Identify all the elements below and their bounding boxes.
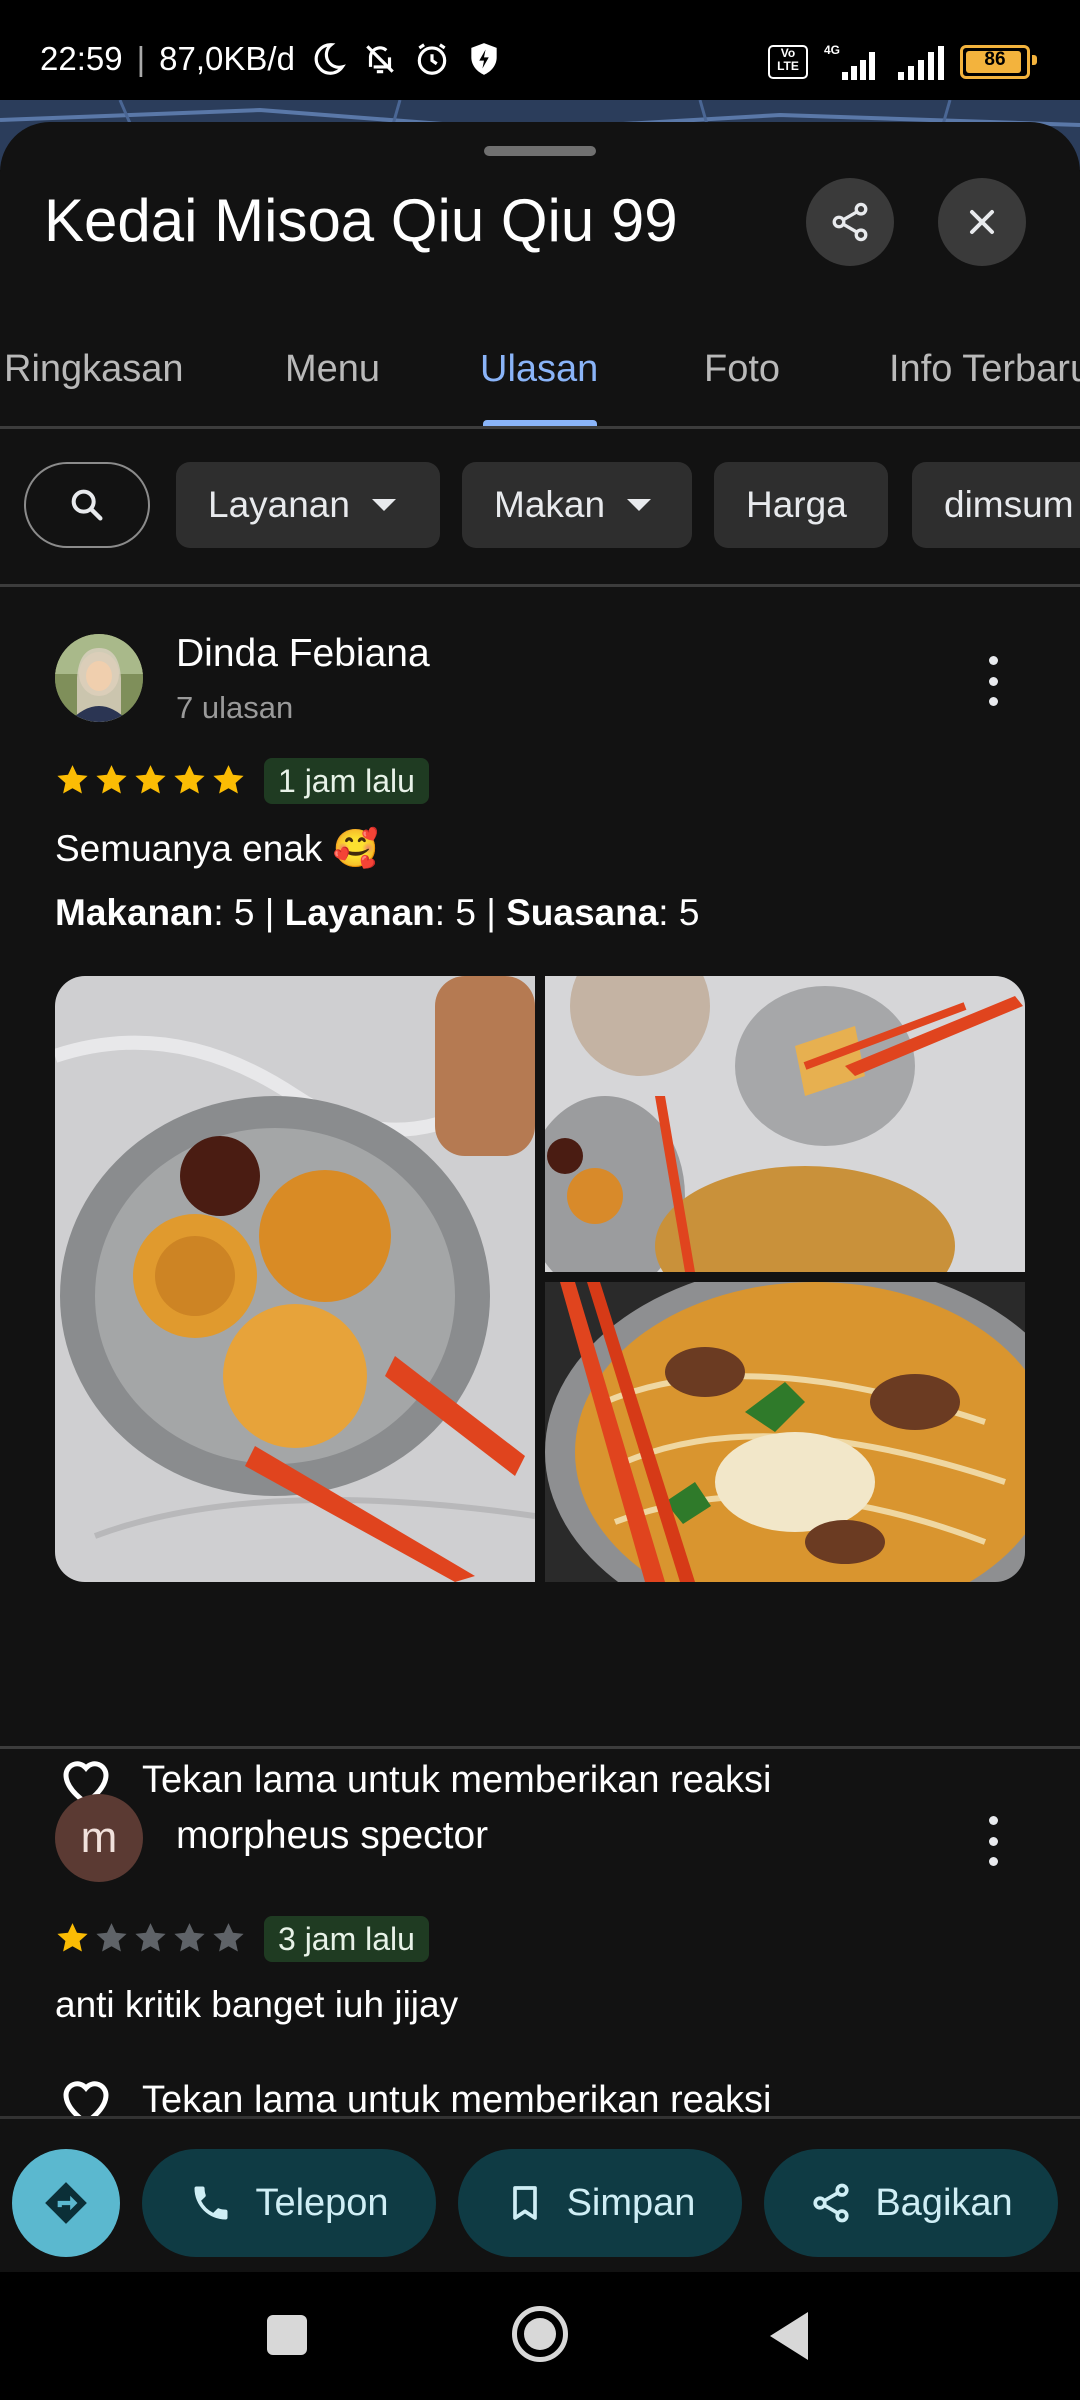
reviewer-name[interactable]: Dinda Febiana (176, 632, 430, 676)
filter-chip-harga[interactable]: Harga (714, 462, 888, 548)
battery-icon: 86 (960, 45, 1037, 79)
call-button[interactable]: Telepon (142, 2149, 436, 2257)
review-photo[interactable] (545, 1282, 1025, 1582)
call-label: Telepon (255, 2181, 389, 2224)
star-filled-icon (57, 765, 88, 794)
share-button[interactable] (806, 178, 894, 266)
reviewer-name[interactable]: morpheus spector (176, 1814, 488, 1858)
place-title: Kedai Misoa Qiu Qiu 99 (44, 187, 678, 254)
search-icon (71, 489, 103, 521)
share-icon (813, 2183, 849, 2223)
more-options-button[interactable] (983, 1816, 1003, 1866)
review-time-badge: 3 jam lalu (264, 1916, 429, 1962)
review-text: Semuanya enak 🥰 (55, 828, 379, 869)
back-button[interactable] (770, 2312, 808, 2360)
close-button[interactable] (938, 178, 1026, 266)
review-photo[interactable] (545, 976, 1025, 1272)
drag-handle[interactable] (484, 146, 596, 156)
more-options-button[interactable] (983, 656, 1003, 706)
filter-divider (0, 584, 1080, 587)
bell-off-icon (366, 45, 394, 74)
star-filled-icon (135, 765, 166, 794)
signal-4g-icon: 4G (824, 43, 875, 80)
star-filled-icon (213, 765, 244, 794)
chevron-down-icon (371, 499, 396, 511)
network-speed: 87,0KB/d (159, 40, 295, 77)
tab-ringkasan[interactable]: Ringkasan (4, 348, 184, 391)
place-sheet: Kedai Misoa Qiu Qiu 99 Ringkasan Menu Ul… (0, 122, 1080, 2272)
home-button[interactable] (512, 2306, 568, 2362)
filter-chips: Layanan Makan Harga dimsum (0, 462, 1080, 552)
star-rating (54, 762, 247, 799)
filter-chip-label: Makan (494, 484, 606, 525)
star-empty-icon (174, 1923, 205, 1952)
recents-button[interactable] (267, 2315, 307, 2355)
filter-chip-label: dimsum (944, 484, 1074, 525)
search-reviews-button[interactable] (24, 462, 150, 548)
battery-level: 86 (984, 49, 1006, 70)
star-empty-icon (135, 1923, 166, 1952)
directions-icon (45, 2182, 87, 2224)
tab-ulasan[interactable]: Ulasan (480, 348, 598, 391)
bookmark-icon (512, 2186, 537, 2220)
status-time: 22:59 (40, 40, 123, 77)
action-bar: Telepon Simpan Bagikan (0, 2116, 1080, 2275)
filter-chip-label: Harga (746, 484, 847, 525)
star-empty-icon (213, 1923, 244, 1952)
share-icon (832, 202, 868, 242)
filter-chip-dimsum[interactable]: dimsum (912, 462, 1080, 548)
volte-badge: Vo LTE (768, 45, 808, 79)
moon-icon (314, 43, 346, 75)
save-label: Simpan (566, 2181, 696, 2224)
close-icon (970, 210, 994, 234)
tab-info-terbaru[interactable]: Info Terbaru (889, 348, 1080, 391)
filter-chip-label: Layanan (208, 484, 350, 525)
tab-foto[interactable]: Foto (704, 348, 780, 391)
shield-bolt-icon (471, 43, 497, 75)
star-filled-icon (57, 1923, 88, 1952)
react-hint-text: Tekan lama untuk memberikan reaksi (142, 1758, 772, 1801)
svg-text:4G: 4G (824, 43, 840, 57)
save-button[interactable]: Simpan (458, 2149, 742, 2257)
star-rating (54, 1920, 247, 1957)
avatar[interactable] (55, 634, 143, 722)
review-text: anti kritik banget iuh jijay (55, 1984, 459, 2025)
reviewer-review-count: 7 ulasan (176, 690, 294, 725)
signal-icon (898, 46, 944, 80)
system-nav-bar (0, 2272, 1080, 2400)
avatar[interactable]: m (55, 1794, 143, 1882)
filter-chip-makan[interactable]: Makan (462, 462, 692, 548)
filter-chip-layanan[interactable]: Layanan (176, 462, 440, 548)
review-photo[interactable] (55, 976, 535, 1582)
react-hint[interactable]: Tekan lama untuk memberikan reaksi (56, 1752, 771, 1808)
share-label: Bagikan (875, 2181, 1013, 2224)
star-filled-icon (174, 765, 205, 794)
review-time-badge: 1 jam lalu (264, 758, 429, 804)
tab-bar: Ringkasan Menu Ulasan Foto Info Terbaru (0, 312, 1080, 430)
alarm-icon (417, 43, 447, 75)
star-filled-icon (96, 765, 127, 794)
directions-button[interactable] (12, 2149, 120, 2257)
sub-ratings: Makanan: 5 | Layanan: 5 | Suasana: 5 (55, 892, 700, 933)
phone-icon (194, 2186, 228, 2220)
star-empty-icon (96, 1923, 127, 1952)
chevron-down-icon (627, 499, 652, 511)
review-divider (0, 1746, 1080, 1749)
tab-menu[interactable]: Menu (285, 348, 380, 391)
share-place-button[interactable]: Bagikan (764, 2149, 1058, 2257)
tab-divider (0, 426, 1080, 429)
